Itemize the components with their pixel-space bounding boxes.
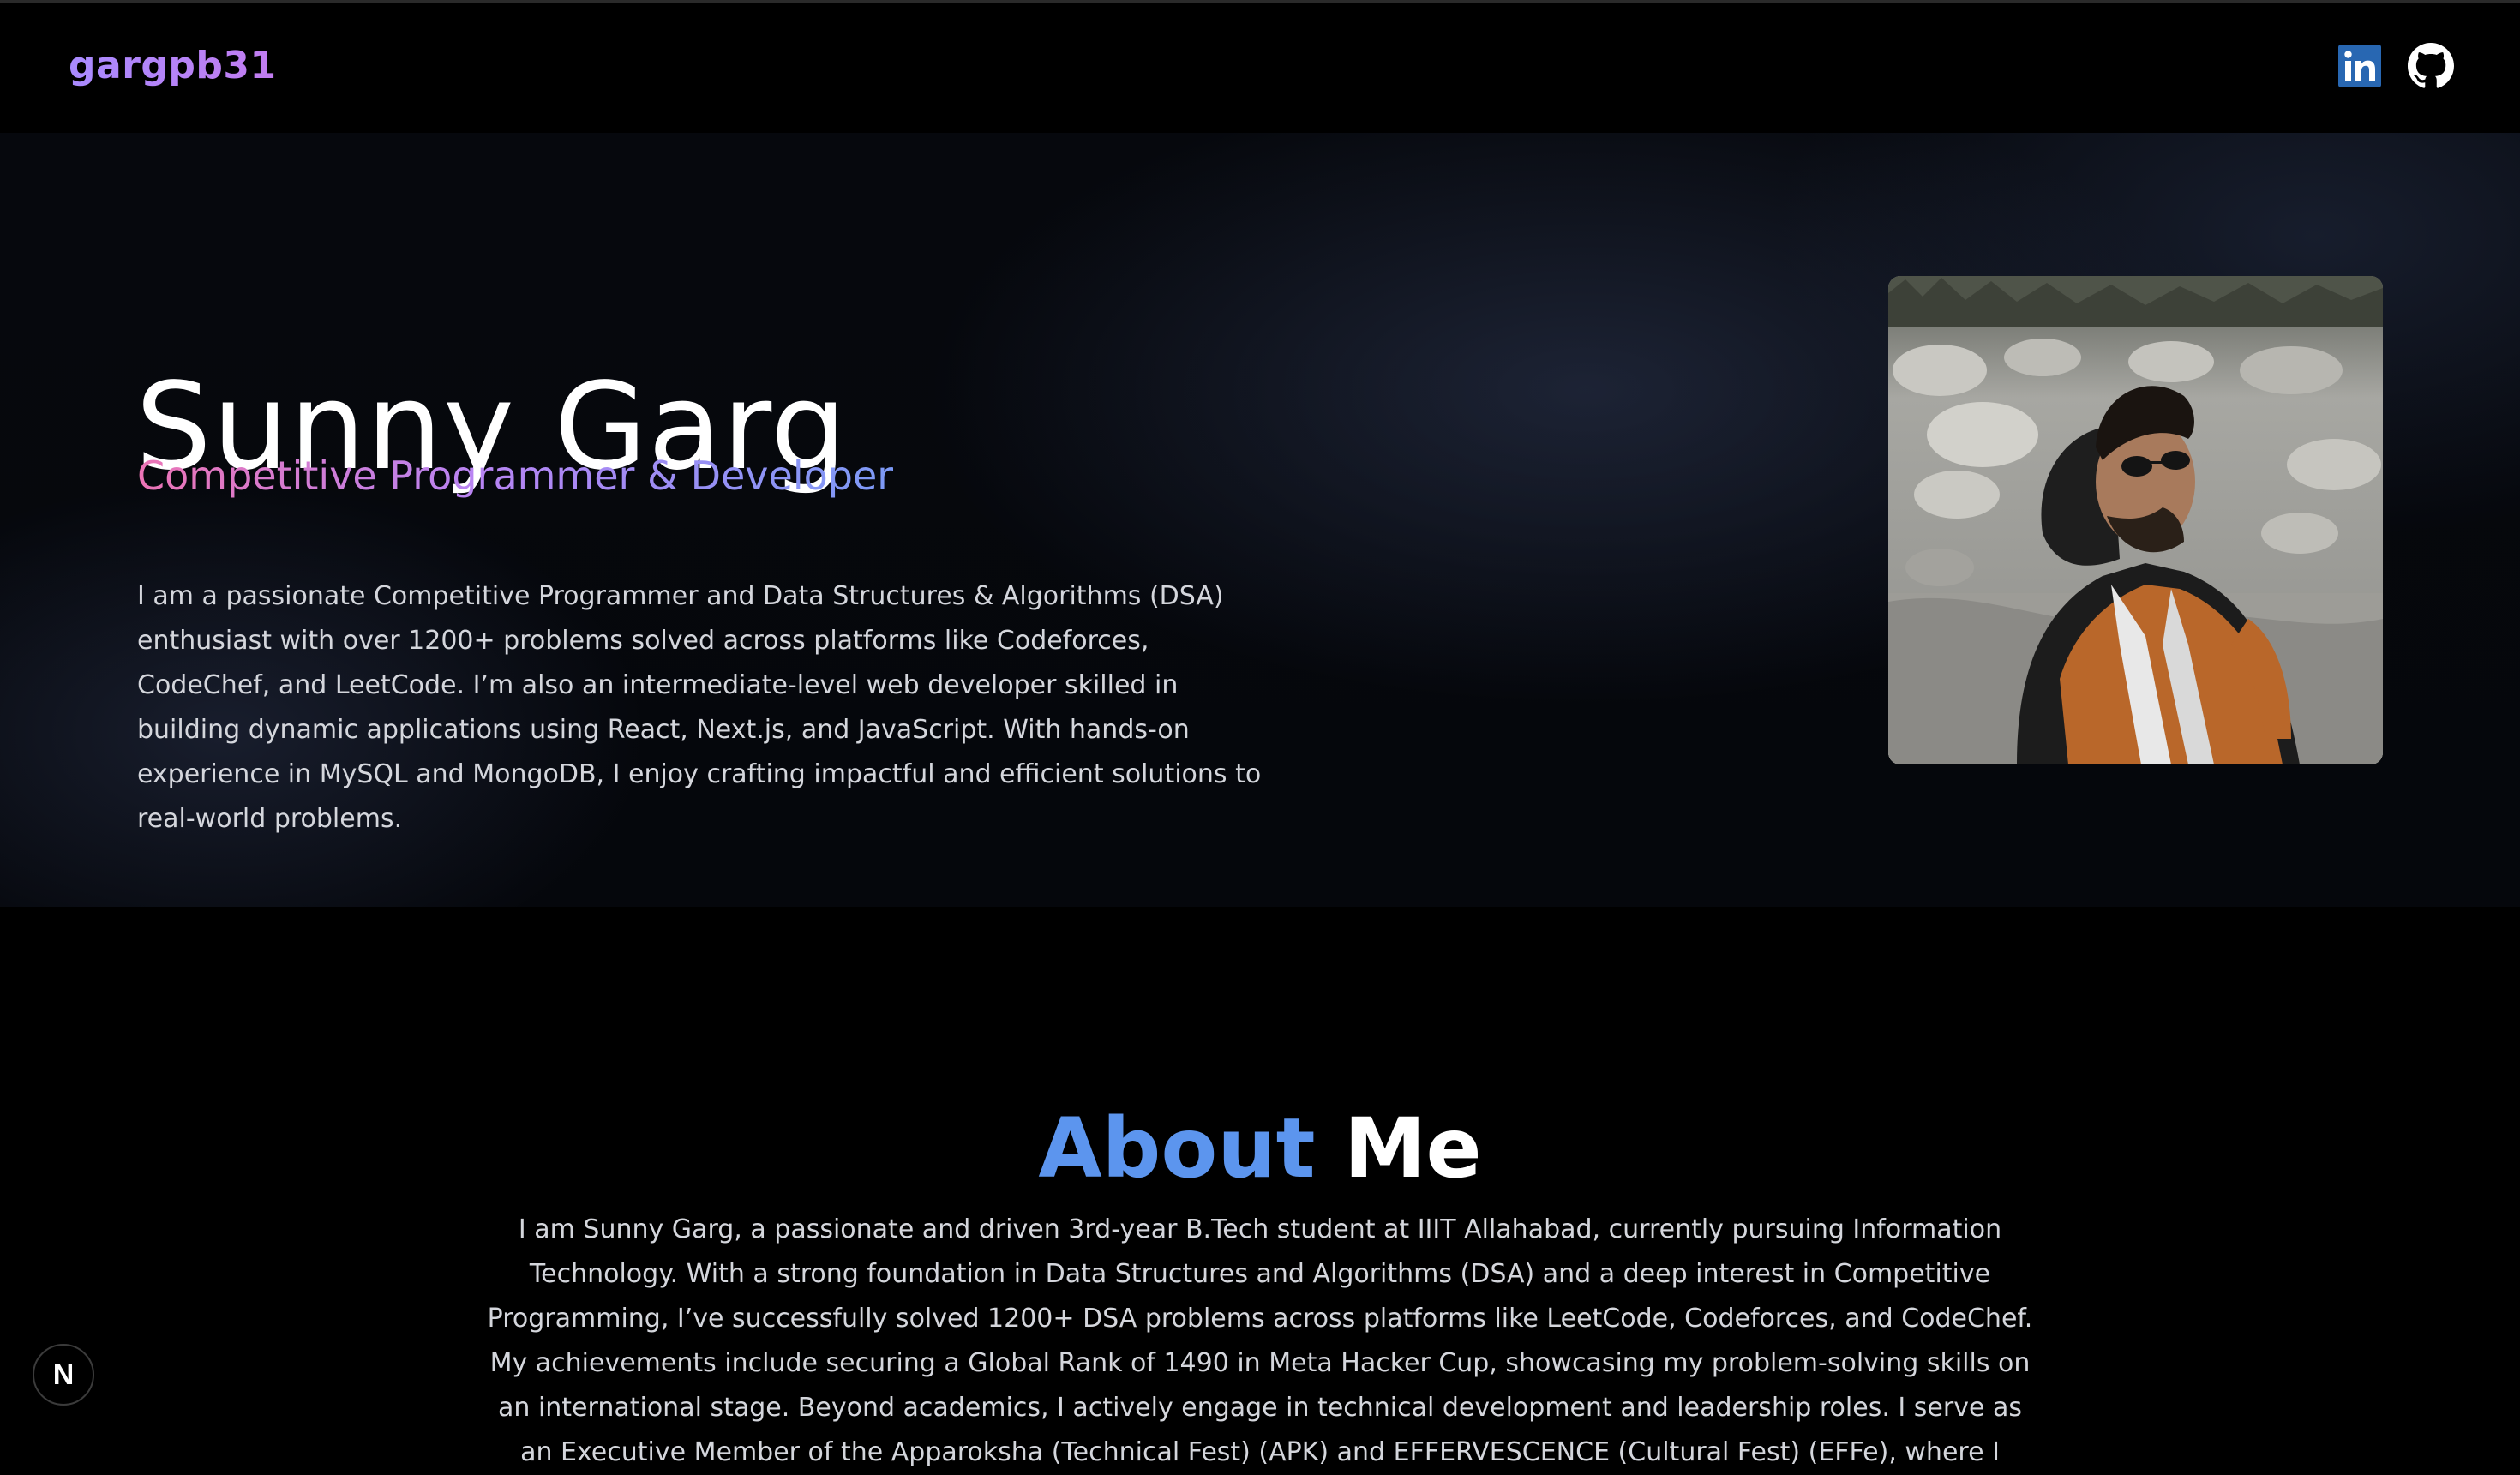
linkedin-icon bbox=[2338, 45, 2381, 87]
about-title-accent: About bbox=[1038, 1100, 1316, 1196]
profile-photo bbox=[1888, 276, 2383, 764]
hero-section: Sunny Garg Competitive Programmer & Deve… bbox=[0, 133, 2520, 907]
linkedin-link[interactable] bbox=[2336, 40, 2384, 92]
nextjs-dev-icon[interactable]: N bbox=[33, 1344, 94, 1406]
hero-bio: I am a passionate Competitive Programmer… bbox=[137, 581, 1262, 834]
navbar: gargpb31 bbox=[0, 3, 2520, 133]
about-title: About Me bbox=[0, 1097, 2520, 1200]
github-icon bbox=[2408, 43, 2454, 88]
about-title-rest: Me bbox=[1343, 1100, 1482, 1196]
github-link[interactable] bbox=[2405, 40, 2457, 92]
hero-role: Competitive Programmer & Developer bbox=[137, 450, 893, 501]
about-text: I am Sunny Garg, a passionate and driven… bbox=[487, 1214, 2033, 1467]
dev-badge-label: N bbox=[52, 1358, 75, 1391]
brand-logo-link[interactable]: gargpb31 bbox=[69, 40, 277, 92]
